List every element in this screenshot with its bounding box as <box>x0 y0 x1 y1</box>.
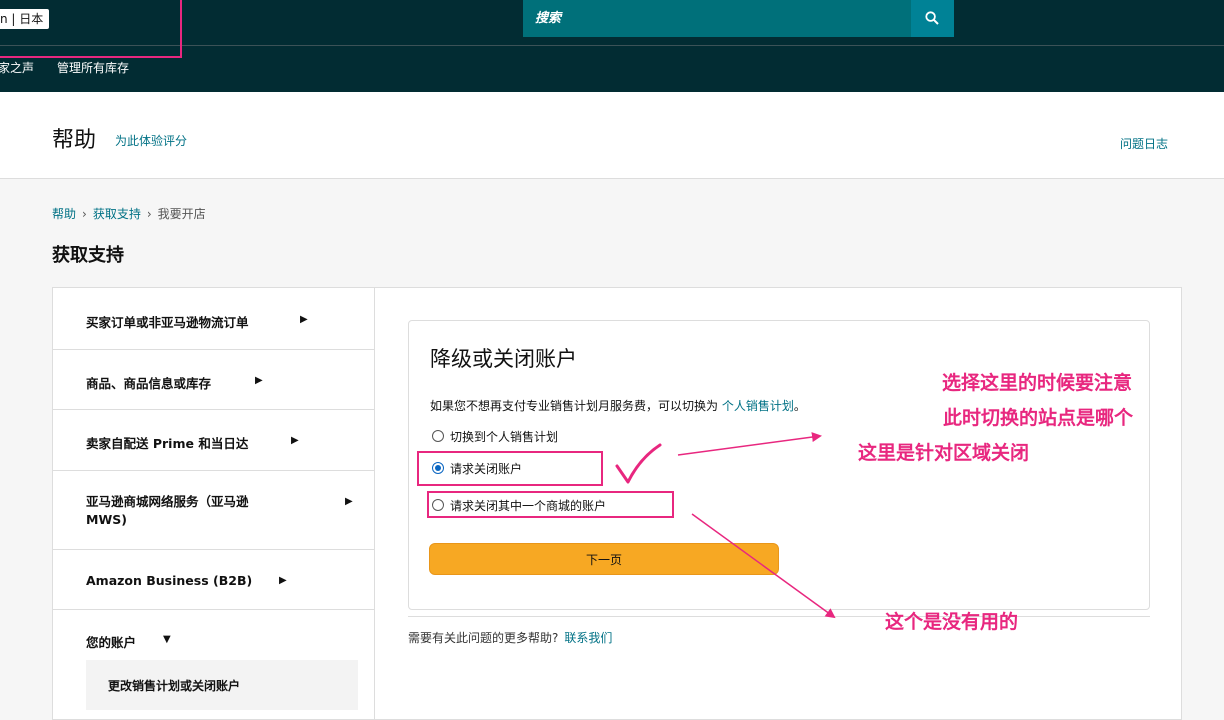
annotation-note-1b: 此时切换的站点是哪个 <box>943 407 1134 429</box>
caret-right-icon: ▶ <box>291 435 299 446</box>
search-input[interactable] <box>523 0 912 37</box>
search-button[interactable] <box>911 0 954 37</box>
sidebar-item-products[interactable]: 商品、商品信息或库存 ▶ <box>53 350 374 410</box>
sidebar-item-label: 商品、商品信息或库存 <box>86 376 212 391</box>
top-bar: n | 日本 <box>0 0 1224 45</box>
option-label: 切换到个人销售计划 <box>450 429 559 444</box>
caret-down-icon: ▼ <box>163 634 171 645</box>
more-help-text: 需要有关此问题的更多帮助? <box>408 631 559 645</box>
breadcrumb-separator: › <box>146 207 152 221</box>
nav-bar: 家之声 管理所有库存 <box>0 45 1224 92</box>
next-button[interactable]: 下一页 <box>429 543 779 575</box>
rate-experience-link[interactable]: 为此体验评分 <box>115 132 187 149</box>
caret-right-icon: ▶ <box>255 375 263 386</box>
annotation-box-marketplace <box>0 0 182 58</box>
radio-unchecked[interactable] <box>432 430 444 442</box>
nav-item-manage-inventory[interactable]: 管理所有库存 <box>57 59 129 76</box>
annotation-note-3: 这个是没有用的 <box>885 611 1019 633</box>
contact-us-link[interactable]: 联系我们 <box>564 631 612 645</box>
sidebar-item-label: 亚马逊商城网络服务（亚马逊 MWS) <box>86 494 249 527</box>
nav-item-seller-voice[interactable]: 家之声 <box>0 59 34 76</box>
sidebar-item-mws[interactable]: 亚马逊商城网络服务（亚马逊 MWS) ▶ <box>53 471 374 550</box>
sidebar-item-label: 买家订单或非亚马逊物流订单 <box>86 315 249 330</box>
help-header: 帮助 为此体验评分 问题日志 <box>0 92 1224 179</box>
card-description: 如果您不想再支付专业销售计划月服务费，可以切换为 个人销售计划。 <box>430 397 806 414</box>
sidebar: 买家订单或非亚马逊物流订单 ▶ 商品、商品信息或库存 ▶ 卖家自配送 Prime… <box>53 288 375 720</box>
card-title: 降级或关闭账户 <box>430 347 577 371</box>
description-text: 如果您不想再支付专业销售计划月服务费，可以切换为 <box>430 399 719 413</box>
issue-log-link[interactable]: 问题日志 <box>1120 135 1168 152</box>
breadcrumb-get-support[interactable]: 获取支持 <box>93 207 141 221</box>
breadcrumb-separator: › <box>82 207 87 221</box>
caret-right-icon: ▶ <box>345 496 353 507</box>
breadcrumb: 帮助 › 获取支持 › 我要开店 <box>52 205 206 222</box>
sidebar-item-label: 您的账户 <box>86 635 137 650</box>
page-title: 帮助 <box>52 128 97 153</box>
sidebar-item-label: 卖家自配送 Prime 和当日达 <box>86 436 249 451</box>
annotation-note-1: 选择这里的时候要注意 <box>942 372 1133 394</box>
search-icon <box>925 11 939 25</box>
individual-plan-link[interactable]: 个人销售计划 <box>722 399 794 413</box>
more-help: 需要有关此问题的更多帮助? 联系我们 <box>408 629 612 646</box>
caret-right-icon: ▶ <box>300 314 308 325</box>
breadcrumb-help[interactable]: 帮助 <box>52 207 76 221</box>
annotation-box-close-marketplace <box>427 491 674 518</box>
description-end: 。 <box>793 399 806 413</box>
sidebar-subitem-change-plan[interactable]: 更改销售计划或关闭账户 <box>86 660 358 710</box>
sidebar-item-label: Amazon Business (B2B) <box>86 573 253 588</box>
divider <box>408 616 1150 617</box>
sidebar-item-buyer-orders[interactable]: 买家订单或非亚马逊物流订单 ▶ <box>53 288 374 350</box>
sidebar-item-business[interactable]: Amazon Business (B2B) ▶ <box>53 550 374 610</box>
option-switch-individual[interactable]: 切换到个人销售计划 <box>432 427 558 445</box>
annotation-note-2: 这里是针对区域关闭 <box>858 442 1030 464</box>
section-title: 获取支持 <box>52 245 124 266</box>
breadcrumb-current: 我要开店 <box>157 207 206 221</box>
sidebar-subitem-label: 更改销售计划或关闭账户 <box>108 679 241 693</box>
caret-right-icon: ▶ <box>279 575 287 586</box>
annotation-box-close-account <box>417 451 603 486</box>
sidebar-item-prime[interactable]: 卖家自配送 Prime 和当日达 ▶ <box>53 410 374 471</box>
